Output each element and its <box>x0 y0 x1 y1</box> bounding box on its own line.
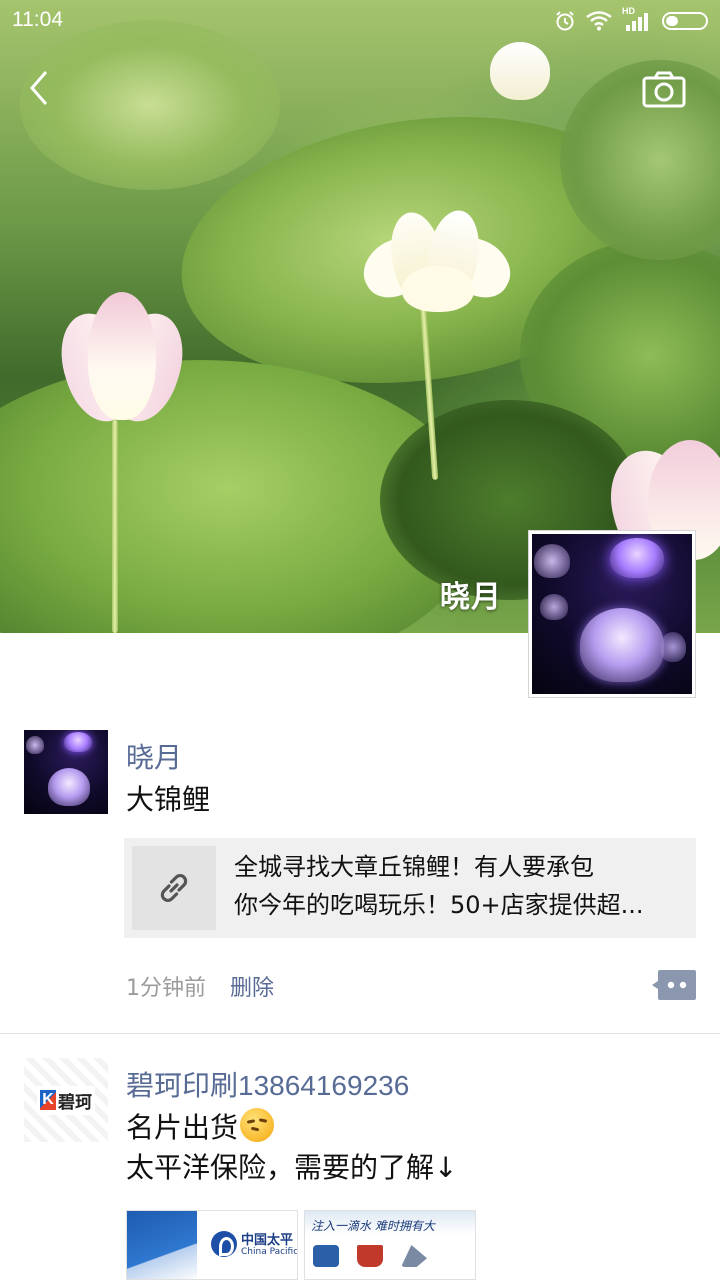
delete-button[interactable]: 删除 <box>230 970 274 1002</box>
link-title: 全城寻找大章丘锦鲤！有人要承包 你今年的吃喝玩乐！50+店家提供超... <box>234 848 690 924</box>
link-title-line: 全城寻找大章丘锦鲤！有人要承包 <box>234 853 594 881</box>
profile-avatar[interactable] <box>528 530 696 698</box>
umbrella-icon <box>401 1245 427 1267</box>
lotus-stem <box>112 420 118 633</box>
image-subcaption: China Pacific <box>241 1247 298 1257</box>
link-icon <box>160 874 188 902</box>
shared-link-card[interactable]: 全城寻找大章丘锦鲤！有人要承包 你今年的吃喝玩乐！50+店家提供超... <box>124 838 696 938</box>
comment-button[interactable] <box>652 970 696 1000</box>
emoji-smirk-icon <box>240 1108 275 1142</box>
logo-k-icon: K <box>40 1090 56 1110</box>
moment-post: K 碧珂 碧珂印刷13864169236 名片出货 太平洋保险，需要的了解↓ 中… <box>0 1034 720 1280</box>
wifi-icon <box>586 11 612 31</box>
moment-post: 晓月 大锦鲤 全城寻找大章丘锦鲤！有人要承包 你今年的吃喝玩乐！50+店家提供超… <box>0 716 720 1034</box>
status-icons: HD <box>554 6 710 34</box>
author-avatar[interactable]: K 碧珂 <box>24 1058 108 1142</box>
post-text: 大锦鲤 <box>126 783 211 816</box>
signal-icon: HD <box>622 6 652 32</box>
author-avatar[interactable] <box>24 730 108 814</box>
link-title-line: 你今年的吃喝玩乐！50+店家提供超... <box>234 891 644 919</box>
image-caption: 中国太平 <box>241 1233 294 1248</box>
house-icon <box>357 1245 383 1267</box>
camera-button[interactable] <box>640 70 688 110</box>
post-text-content: 名片出货 <box>126 1111 239 1144</box>
jellyfish-image <box>24 730 108 814</box>
post-text-line: 太平洋保险，需要的了解↓ <box>126 1151 458 1184</box>
insurance-logo-icon <box>211 1231 237 1257</box>
logo-text: 碧珂 <box>58 1092 92 1113</box>
logo-mark: K 碧珂 <box>37 1085 95 1115</box>
comment-dots-icon <box>652 970 696 1000</box>
jellyfish-image <box>532 534 692 694</box>
lotus-flower <box>490 36 550 100</box>
battery-icon <box>662 12 708 30</box>
lotus-flower <box>48 292 196 431</box>
chevron-left-icon <box>30 71 48 105</box>
post-image[interactable]: 注入一滴水 难时拥有大 <box>304 1210 476 1280</box>
lotus-flower <box>353 206 521 316</box>
camera-icon <box>642 71 686 108</box>
status-bar: 11:04 HD <box>0 0 720 42</box>
car-icon <box>313 1245 339 1267</box>
image-icon-row <box>313 1245 427 1267</box>
profile-name[interactable]: 晓月 <box>440 572 502 616</box>
image-caption: 注入一滴水 难时拥有大 <box>311 1219 435 1233</box>
link-thumbnail <box>132 846 216 930</box>
back-button[interactable] <box>22 66 62 110</box>
post-image[interactable]: 中国太平 China Pacific <box>126 1210 298 1280</box>
alarm-icon <box>556 11 574 31</box>
post-timestamp: 1分钟前 <box>126 976 206 1001</box>
status-time: 11:04 <box>12 8 63 31</box>
company-logo: K 碧珂 <box>24 1058 108 1142</box>
author-name[interactable]: 晓月 <box>126 736 182 776</box>
author-name[interactable]: 碧珂印刷13864169236 <box>126 1064 409 1104</box>
post-text-line: 名片出货 <box>126 1108 275 1148</box>
